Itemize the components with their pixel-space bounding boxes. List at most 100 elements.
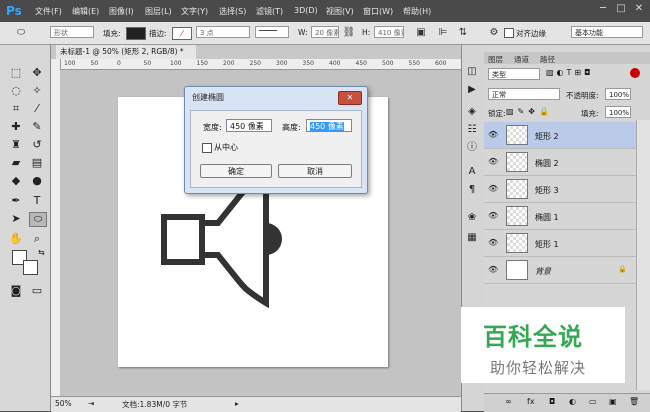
stroke-size-input[interactable]: 3 点 — [196, 26, 250, 38]
path-selection-icon[interactable]: ➤ — [7, 210, 25, 228]
trash-icon[interactable]: 🗑 — [629, 397, 639, 406]
tab-channels[interactable]: 通道 — [514, 54, 529, 65]
fill-input[interactable]: 100% — [605, 106, 631, 118]
fill-swatch[interactable] — [126, 27, 146, 40]
path-arrangement-icon[interactable]: ⇅ — [456, 26, 470, 39]
width-input[interactable]: 20 像素 — [311, 26, 339, 38]
dodge-tool-icon[interactable]: ● — [28, 172, 46, 190]
properties-panel-icon[interactable]: ☷ — [464, 122, 480, 138]
info-panel-icon[interactable]: ⓘ — [464, 140, 480, 156]
menu-type[interactable]: 文字(Y) — [181, 6, 208, 17]
ok-button[interactable]: 确定 — [200, 164, 272, 178]
mask-icon[interactable]: ◘ — [549, 397, 555, 406]
pen-tool-icon[interactable]: ✒ — [7, 192, 25, 210]
eye-icon[interactable]: 👁 — [488, 265, 498, 275]
gear-icon[interactable]: ⚙ — [487, 26, 501, 39]
tab-paths[interactable]: 路径 — [540, 54, 555, 65]
tool-mode-select[interactable]: 形状 — [50, 26, 94, 38]
actions-panel-icon[interactable]: ▶ — [464, 82, 480, 98]
zoom-tool-icon[interactable]: ⌕ — [28, 230, 46, 248]
lock-icons[interactable]: ▨✎✥🔒 — [506, 107, 553, 116]
menu-window[interactable]: 窗口(W) — [363, 6, 393, 17]
background-color-swatch[interactable] — [23, 260, 38, 275]
gradient-icon[interactable]: ▤ — [28, 154, 46, 172]
from-center-checkbox[interactable] — [202, 143, 212, 153]
quick-mask-icon[interactable]: ◙ — [7, 282, 25, 300]
adjustments-panel-icon[interactable]: ◈ — [464, 104, 480, 120]
close-window-button[interactable]: ✕ — [632, 3, 646, 15]
move-tool-icon[interactable]: ✥ — [28, 64, 46, 82]
adjustment-layer-icon[interactable]: ◐ — [569, 397, 576, 406]
new-layer-icon[interactable]: ▣ — [609, 397, 617, 406]
layer-filter-select[interactable]: 类型 — [488, 68, 540, 80]
eye-icon[interactable]: 👁 — [488, 184, 498, 194]
stroke-swatch[interactable]: ⁄ — [172, 27, 192, 40]
marquee-tool-icon[interactable]: ⬚ — [7, 64, 25, 82]
menu-edit[interactable]: 编辑(E) — [72, 6, 99, 17]
eye-icon[interactable]: 👁 — [488, 157, 498, 167]
eye-icon[interactable]: 👁 — [488, 211, 498, 221]
path-alignment-icon[interactable]: ⊫ — [436, 26, 450, 39]
tab-layers[interactable]: 图层 — [488, 54, 503, 65]
dialog-close-button[interactable]: ✕ — [338, 91, 362, 105]
eye-icon[interactable]: 👁 — [488, 130, 498, 140]
height-field[interactable]: 450 像素 — [306, 119, 352, 132]
screen-mode-icon[interactable]: ▭ — [28, 282, 46, 300]
menu-layer[interactable]: 图层(L) — [145, 6, 172, 17]
ruler-tick-label: 400 — [329, 60, 341, 67]
link-layers-icon[interactable]: ∞ — [505, 397, 512, 406]
menu-filter[interactable]: 滤镜(T) — [256, 6, 283, 17]
filter-toggle-icon[interactable] — [630, 68, 640, 78]
healing-brush-icon[interactable]: ✚ — [7, 118, 25, 136]
document-tab[interactable]: 未标题-1 @ 50% (矩形 2, RGB/8) * — [56, 45, 196, 59]
path-operations-icon[interactable]: ▣ — [414, 26, 428, 39]
clone-stamp-icon[interactable]: ♜ — [7, 136, 25, 154]
type-tool-icon[interactable]: T — [28, 192, 46, 210]
stroke-label: 描边: — [149, 29, 167, 38]
lasso-tool-icon[interactable]: ◌ — [7, 82, 25, 100]
ellipse-tool-icon[interactable]: ⬭ — [14, 26, 28, 39]
menu-image[interactable]: 图像(I) — [109, 6, 134, 17]
eyedropper-icon[interactable]: ⁄ — [28, 100, 46, 118]
eye-icon[interactable]: 👁 — [488, 238, 498, 248]
history-brush-icon[interactable]: ↺ — [28, 136, 46, 154]
menu-help[interactable]: 帮助(H) — [403, 6, 431, 17]
status-menu-icon[interactable]: ▸ — [235, 399, 239, 408]
cancel-button[interactable]: 取消 — [278, 164, 352, 178]
eraser-icon[interactable]: ▰ — [7, 154, 25, 172]
menu-select[interactable]: 选择(S) — [219, 6, 246, 17]
paragraph-panel-icon[interactable]: ¶ — [464, 182, 480, 198]
document-info: 文档:1.83M/0 字节 — [122, 400, 188, 409]
workspace-select[interactable]: 基本功能 — [571, 26, 643, 38]
fx-icon[interactable]: fx — [527, 397, 535, 406]
maximize-button[interactable]: □ — [614, 3, 628, 15]
layers-scrollbar[interactable] — [636, 120, 650, 390]
swap-colors-icon[interactable]: ⇆ — [38, 248, 45, 257]
height-input[interactable]: 410 像素 — [374, 26, 404, 38]
minimize-button[interactable]: ─ — [596, 3, 610, 15]
new-group-icon[interactable]: ▭ — [589, 397, 597, 406]
menu-view[interactable]: 视图(V) — [326, 6, 354, 17]
stroke-type-select[interactable]: ─── — [255, 26, 289, 38]
layer-filter-icons[interactable]: ▨◐T⊞◘ — [546, 68, 593, 77]
menu-file[interactable]: 文件(F) — [35, 6, 62, 17]
ellipse-tool-active-icon[interactable]: ⬭ — [29, 212, 47, 227]
magic-wand-icon[interactable]: ✧ — [28, 82, 46, 100]
link-icon[interactable]: ⛓ — [342, 26, 356, 39]
blur-tool-icon[interactable]: ◆ — [7, 172, 25, 190]
crop-tool-icon[interactable]: ⌗ — [7, 100, 25, 118]
styles-panel-icon[interactable]: ❀ — [464, 210, 480, 226]
status-arrow-icon[interactable]: ⇥ — [88, 399, 94, 408]
hand-tool-icon[interactable]: ✋ — [7, 230, 25, 248]
blend-mode-select[interactable]: 正常 — [488, 88, 560, 100]
character-panel-icon[interactable]: A — [464, 164, 480, 180]
history-panel-icon[interactable]: ◫ — [464, 64, 480, 80]
menu-3d[interactable]: 3D(D) — [294, 6, 318, 15]
lock-label: 锁定: — [488, 109, 506, 118]
zoom-level[interactable]: 50% — [55, 399, 72, 408]
align-edges-checkbox[interactable] — [504, 28, 514, 38]
opacity-input[interactable]: 100% — [605, 88, 631, 100]
swatches-panel-icon[interactable]: ▦ — [464, 230, 480, 246]
brush-tool-icon[interactable]: ✎ — [28, 118, 46, 136]
width-field[interactable]: 450 像素 — [226, 119, 272, 132]
